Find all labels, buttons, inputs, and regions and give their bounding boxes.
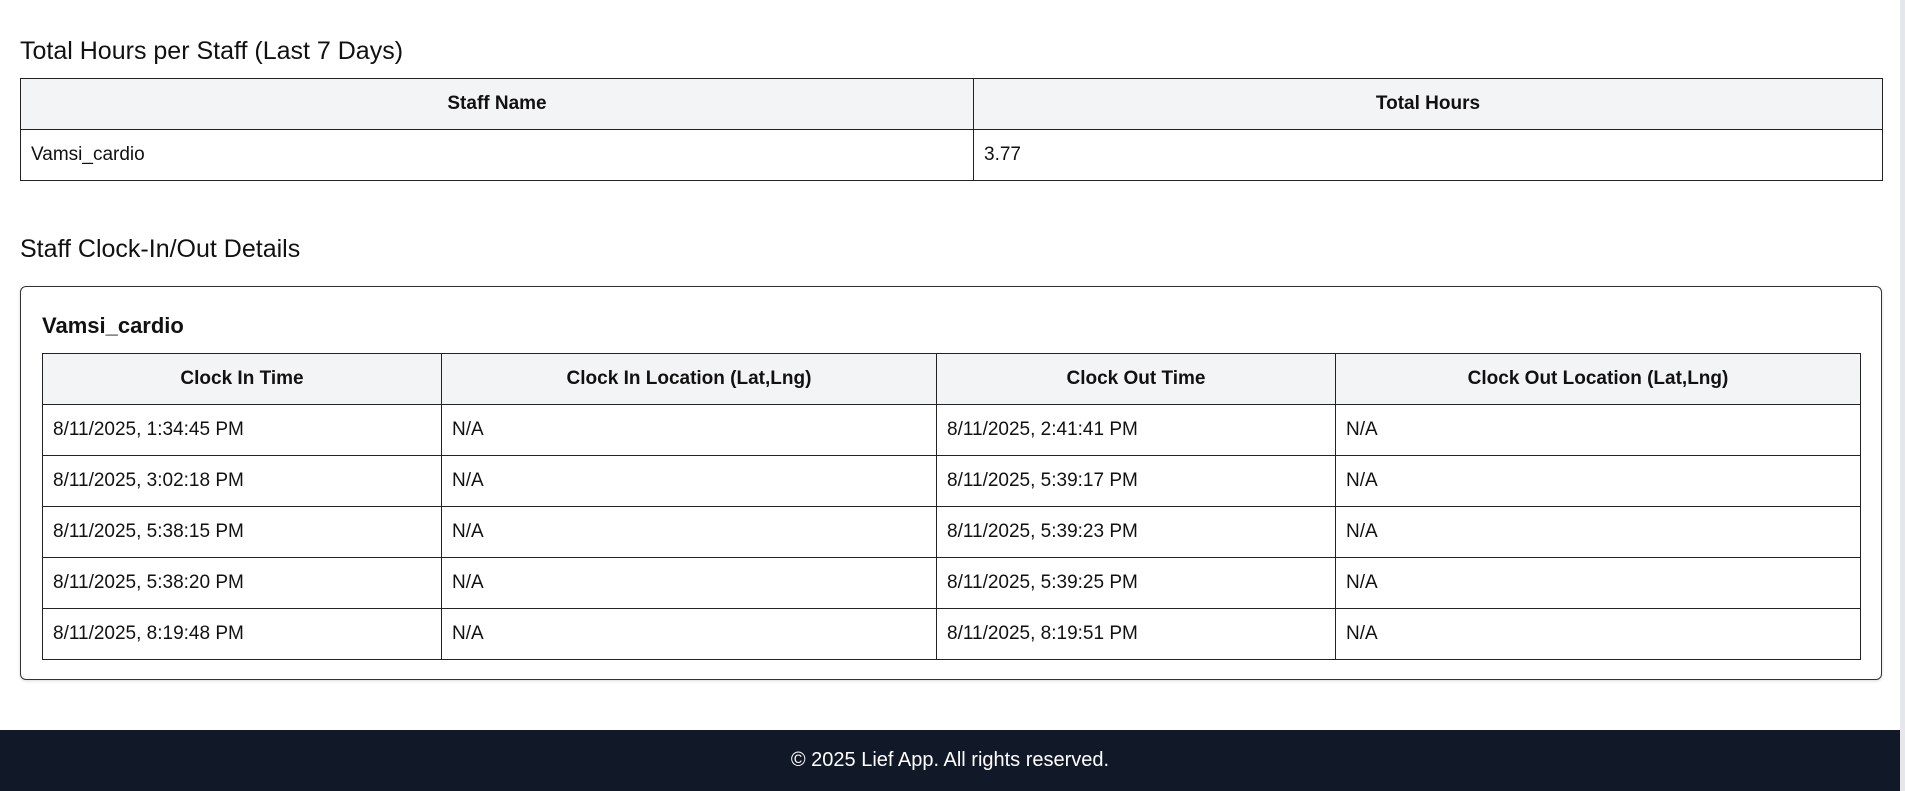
clock-out-time-cell: 8/11/2025, 5:39:17 PM [936,455,1336,507]
table-row: 8/11/2025, 5:38:20 PM N/A 8/11/2025, 5:3… [42,557,1861,609]
table-row: 8/11/2025, 8:19:48 PM N/A 8/11/2025, 8:1… [42,608,1861,660]
footer: © 2025 Lief App. All rights reserved. [0,730,1900,791]
clock-in-time-cell: 8/11/2025, 5:38:20 PM [42,557,442,609]
clock-in-out-table: Clock In Time Clock In Location (Lat,Lng… [42,353,1861,660]
total-hours-cell: 3.77 [973,129,1883,181]
clock-in-time-cell: 8/11/2025, 8:19:48 PM [42,608,442,660]
table-row: Vamsi_cardio 3.77 [20,129,1883,181]
clock-in-location-cell: N/A [441,455,937,507]
clock-in-location-cell: N/A [441,404,937,456]
clock-out-time-cell: 8/11/2025, 5:39:23 PM [936,506,1336,558]
clock-in-location-cell: N/A [441,506,937,558]
clock-out-location-cell: N/A [1335,404,1861,456]
copyright-text: © 2025 Lief App. All rights reserved. [790,749,1110,771]
clock-out-time-cell: 8/11/2025, 5:39:25 PM [936,557,1336,609]
column-header-clock-in-time: Clock In Time [42,353,442,405]
column-header-clock-out-location: Clock Out Location (Lat,Lng) [1335,353,1861,405]
page-scrollbar[interactable] [1900,0,1905,791]
page: Total Hours per Staff (Last 7 Days) Staf… [0,0,1905,791]
total-hours-table: Staff Name Total Hours Vamsi_cardio 3.77 [20,78,1883,181]
table-row: 8/11/2025, 3:02:18 PM N/A 8/11/2025, 5:3… [42,455,1861,507]
clock-in-time-cell: 8/11/2025, 3:02:18 PM [42,455,442,507]
column-header-clock-out-time: Clock Out Time [936,353,1336,405]
clock-out-time-cell: 8/11/2025, 8:19:51 PM [936,608,1336,660]
table-header-row: Clock In Time Clock In Location (Lat,Lng… [42,353,1861,405]
clock-in-location-cell: N/A [441,608,937,660]
staff-name-heading: Vamsi_cardio [42,313,184,338]
clock-out-location-cell: N/A [1335,608,1861,660]
clock-in-time-cell: 8/11/2025, 1:34:45 PM [42,404,442,456]
clock-out-location-cell: N/A [1335,557,1861,609]
column-header-clock-in-location: Clock In Location (Lat,Lng) [441,353,937,405]
clock-in-time-cell: 8/11/2025, 5:38:15 PM [42,506,442,558]
clock-out-location-cell: N/A [1335,506,1861,558]
staff-details-card: Vamsi_cardio Clock In Time Clock In Loca… [20,286,1882,680]
column-header-staff-name: Staff Name [20,78,974,130]
summary-title: Total Hours per Staff (Last 7 Days) [20,37,404,65]
table-header-row: Staff Name Total Hours [20,78,1883,130]
table-row: 8/11/2025, 5:38:15 PM N/A 8/11/2025, 5:3… [42,506,1861,558]
table-row: 8/11/2025, 1:34:45 PM N/A 8/11/2025, 2:4… [42,404,1861,456]
details-title: Staff Clock-In/Out Details [20,235,301,263]
clock-out-time-cell: 8/11/2025, 2:41:41 PM [936,404,1336,456]
staff-name-cell: Vamsi_cardio [20,129,974,181]
clock-in-location-cell: N/A [441,557,937,609]
clock-out-location-cell: N/A [1335,455,1861,507]
column-header-total-hours: Total Hours [973,78,1883,130]
